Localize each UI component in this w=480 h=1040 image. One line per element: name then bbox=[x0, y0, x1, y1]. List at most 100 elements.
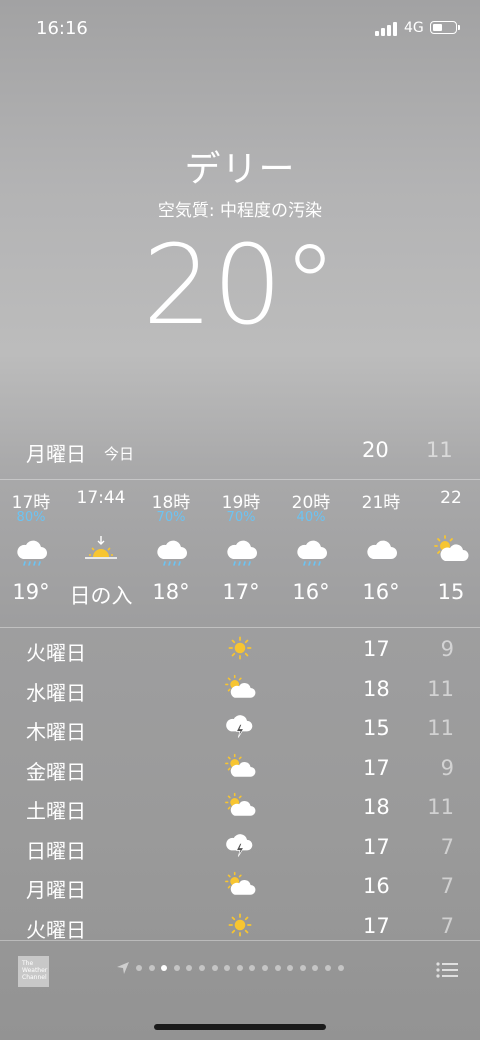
page-dot[interactable] bbox=[211, 965, 218, 971]
hour-temperature: 15 bbox=[437, 580, 465, 604]
precipitation-chance bbox=[411, 510, 480, 528]
hour-icon bbox=[271, 528, 351, 572]
day-high: 17 bbox=[363, 913, 390, 938]
day-name: 日曜日 bbox=[26, 838, 86, 863]
battery-icon bbox=[430, 21, 460, 34]
day-low: 11 bbox=[427, 716, 454, 740]
day-low: 7 bbox=[440, 913, 454, 938]
hour-temperature: 16° bbox=[362, 580, 400, 604]
daily-row: 金曜日 17 9 bbox=[0, 749, 480, 789]
home-indicator[interactable] bbox=[154, 1024, 326, 1030]
hour-time: 20時 bbox=[291, 493, 331, 513]
page-dot[interactable] bbox=[224, 965, 231, 971]
day-name: 水曜日 bbox=[26, 680, 86, 705]
day-low: 9 bbox=[440, 755, 454, 780]
hour-icon bbox=[131, 528, 211, 572]
hour-temperature: 18° bbox=[152, 580, 190, 604]
hourly-item: 21時 16° bbox=[341, 488, 421, 604]
hour-temperature: 17° bbox=[222, 580, 260, 604]
partly-cloudy-icon bbox=[225, 674, 256, 698]
partly-cloudy-icon bbox=[225, 792, 256, 816]
daily-row: 土曜日 18 11 bbox=[0, 788, 480, 828]
day-name: 月曜日 bbox=[26, 878, 86, 902]
daily-row: 木曜日 15 11 bbox=[0, 709, 480, 749]
page-dot[interactable] bbox=[274, 965, 281, 971]
location-arrow-icon bbox=[117, 962, 129, 974]
page-dot[interactable] bbox=[161, 965, 168, 971]
page-dot[interactable] bbox=[324, 965, 331, 971]
day-icon bbox=[222, 752, 256, 784]
partly-cloudy-icon bbox=[434, 535, 469, 561]
page-dot[interactable] bbox=[249, 965, 256, 971]
day-low: 11 bbox=[427, 676, 454, 701]
page-dot[interactable] bbox=[299, 965, 306, 971]
hourly-item: 18時 70% 18° bbox=[131, 488, 211, 604]
rain-cloud-icon bbox=[227, 540, 257, 566]
page-dot[interactable] bbox=[337, 965, 344, 971]
divider bbox=[0, 479, 480, 480]
hourly-item: 22 15 bbox=[411, 488, 480, 604]
today-row: 月曜日 今日 20 11 bbox=[0, 434, 480, 470]
page-indicator[interactable] bbox=[116, 961, 350, 975]
precipitation-chance: 40% bbox=[296, 510, 326, 525]
precipitation-chance bbox=[61, 510, 141, 528]
hour-time: 22 bbox=[440, 488, 462, 508]
day-name: 火曜日 bbox=[26, 917, 86, 942]
hour-temperature: 16° bbox=[292, 580, 330, 604]
rain-cloud-icon bbox=[17, 540, 47, 566]
hourly-forecast[interactable]: 17時 80% 19° 17:44 日の入 18時 70% 18° 19時 70… bbox=[0, 488, 480, 618]
partly-cloudy-icon bbox=[225, 753, 256, 777]
precipitation-chance: 70% bbox=[226, 510, 256, 525]
day-name: 木曜日 bbox=[26, 720, 86, 744]
day-high: 17 bbox=[363, 637, 390, 661]
day-high: 18 bbox=[363, 795, 390, 819]
air-quality: 空気質: 中程度の汚染 bbox=[157, 201, 323, 221]
hour-icon bbox=[411, 528, 480, 572]
today-day: 月曜日 bbox=[26, 442, 86, 466]
rain-cloud-icon bbox=[297, 540, 327, 566]
city-name: デリー bbox=[184, 149, 296, 190]
rain-cloud-icon bbox=[157, 540, 187, 566]
daily-forecast[interactable]: 火曜日 17 9 水曜日 18 11 木曜日 15 11 金曜日 17 9 土曜… bbox=[0, 630, 480, 946]
status-bar: 16:16 4G bbox=[0, 0, 480, 56]
daily-row: 日曜日 17 7 bbox=[0, 828, 480, 868]
day-name: 火曜日 bbox=[26, 641, 86, 665]
day-name: 金曜日 bbox=[26, 759, 86, 784]
page-dot[interactable] bbox=[236, 965, 243, 971]
thunderstorm-icon bbox=[226, 833, 253, 857]
daily-row: 水曜日 18 11 bbox=[0, 670, 480, 710]
day-icon bbox=[222, 831, 256, 863]
page-dot[interactable] bbox=[312, 965, 319, 971]
today-low: 11 bbox=[426, 438, 453, 462]
hour-time: 17:44 bbox=[76, 488, 126, 508]
daily-row: 月曜日 16 7 bbox=[0, 867, 480, 907]
page-dot[interactable] bbox=[198, 965, 205, 971]
hour-time: 19時 bbox=[221, 493, 261, 513]
page-dot[interactable] bbox=[173, 965, 180, 971]
page-dot[interactable] bbox=[287, 965, 294, 971]
hour-icon bbox=[341, 528, 421, 572]
page-dot[interactable] bbox=[186, 965, 193, 971]
sun-icon bbox=[228, 913, 252, 936]
day-icon bbox=[222, 673, 256, 705]
day-name: 土曜日 bbox=[26, 799, 86, 823]
hourly-item: 19時 70% 17° bbox=[201, 488, 281, 604]
hour-time: 21時 bbox=[361, 493, 401, 513]
cloud-icon bbox=[367, 540, 397, 559]
hour-icon bbox=[61, 528, 141, 572]
page-dot[interactable] bbox=[261, 965, 268, 971]
day-icon bbox=[222, 712, 256, 744]
day-icon bbox=[222, 791, 256, 823]
today-high: 20 bbox=[362, 438, 389, 462]
weather-channel-logo[interactable]: The Weather Channel bbox=[18, 956, 49, 987]
weather-header: デリー 空気質: 中程度の汚染 20° bbox=[0, 140, 480, 345]
day-high: 17 bbox=[363, 834, 390, 859]
day-high: 17 bbox=[363, 755, 390, 780]
day-high: 15 bbox=[363, 716, 390, 740]
city-list-icon[interactable] bbox=[436, 961, 458, 979]
divider bbox=[0, 627, 480, 628]
thunderstorm-icon bbox=[226, 715, 253, 738]
page-dot[interactable] bbox=[148, 965, 155, 971]
precipitation-chance: 70% bbox=[156, 510, 186, 525]
page-dot[interactable] bbox=[136, 965, 142, 971]
